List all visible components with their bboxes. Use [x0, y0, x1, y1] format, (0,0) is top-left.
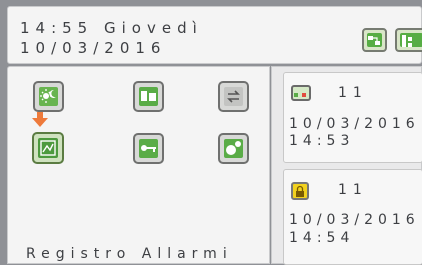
alarm-date: 10/03/2016: [289, 116, 420, 132]
sync-icon: [224, 87, 243, 106]
clock-time-day: 14:55 Giovedì: [20, 19, 203, 37]
alarm-log-icon: [38, 138, 58, 158]
alarm-lock-icon: [291, 182, 309, 200]
alarm-date: 10/03/2016: [289, 212, 420, 228]
screen-button[interactable]: [133, 81, 164, 112]
alarm-network-icon: [291, 85, 311, 101]
selection-arrow-icon: [32, 112, 48, 127]
climate-icon: [39, 87, 58, 106]
alarm-log-button[interactable]: [32, 132, 64, 164]
section-title: Registro Allarmi: [26, 246, 233, 262]
key-icon: [139, 139, 158, 158]
key-button[interactable]: [133, 133, 164, 164]
alarm-entry[interactable]: 11 10/03/2016 14:53: [283, 72, 422, 163]
device-button[interactable]: [218, 133, 249, 164]
alarm-count: 11: [338, 182, 368, 198]
status-devices-icon[interactable]: [395, 28, 422, 52]
status-network-icon[interactable]: [362, 28, 387, 52]
alarm-entry[interactable]: 11 10/03/2016 14:54: [283, 169, 422, 265]
device-icon: [224, 139, 243, 158]
alarm-panel: 11 10/03/2016 14:53 11 10/03/2016 14:54: [271, 66, 422, 265]
screen-icon: [139, 87, 158, 106]
clock-date: 10/03/2016: [20, 39, 167, 57]
alarm-time: 14:53: [289, 133, 355, 149]
header-bar: 14:55 Giovedì 10/03/2016: [7, 6, 422, 64]
sync-button[interactable]: [218, 81, 249, 112]
menu-panel: Registro Allarmi: [7, 66, 270, 264]
alarm-count: 11: [338, 85, 368, 101]
alarm-time: 14:54: [289, 230, 355, 246]
climate-button[interactable]: [33, 81, 64, 112]
